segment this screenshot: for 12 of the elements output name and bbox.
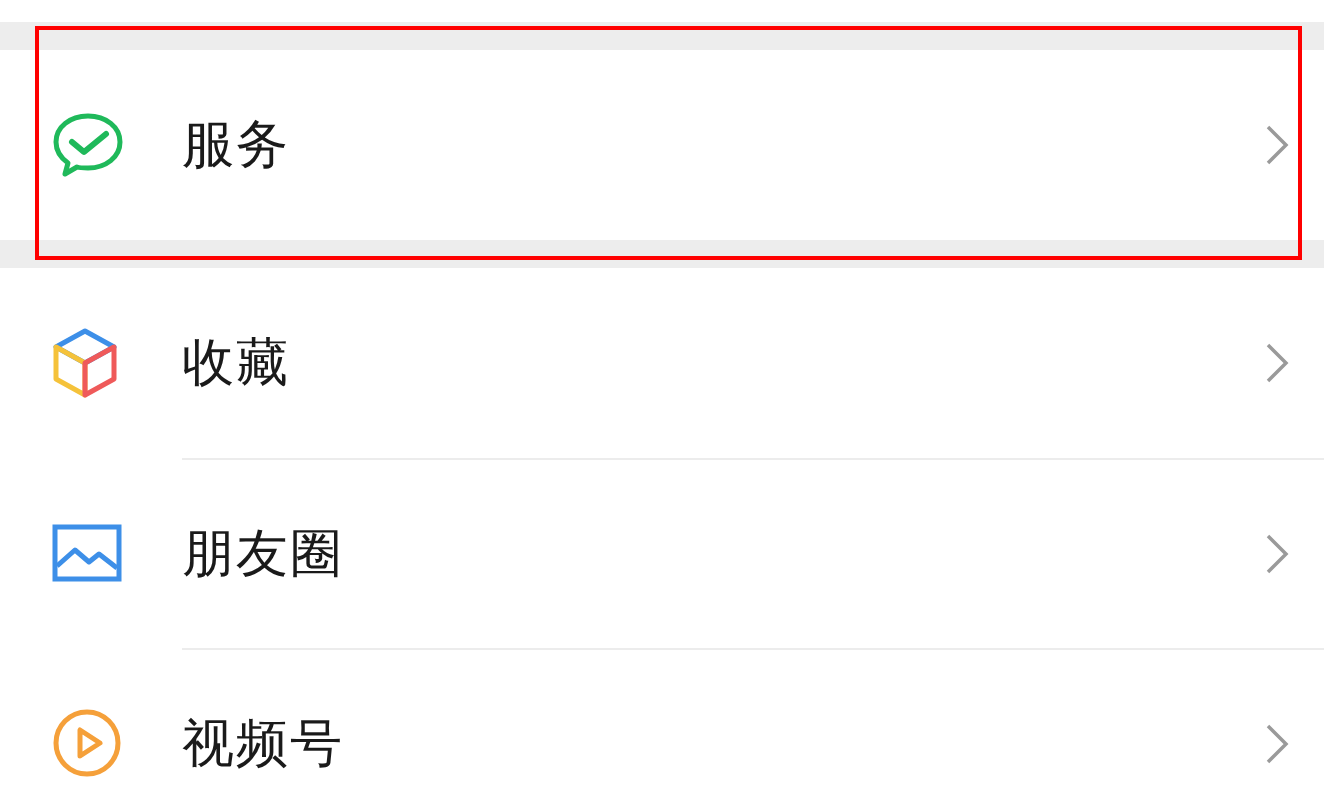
menu-item-label[interactable]: 收藏	[182, 328, 1264, 398]
play-icon	[52, 708, 122, 778]
menu-item-label[interactable]: 朋友圈	[182, 519, 1264, 589]
menu-item-label[interactable]: 视频号	[182, 709, 1264, 779]
image-icon	[52, 524, 122, 582]
chevron-right-icon	[1264, 341, 1290, 385]
chevron-right-icon	[1264, 722, 1290, 766]
chevron-right-icon	[1264, 532, 1290, 576]
menu-item-label[interactable]: 服务	[182, 110, 1264, 180]
chevron-right-icon	[1264, 123, 1290, 167]
cube-icon	[52, 327, 118, 399]
chat-check-icon	[52, 112, 124, 178]
